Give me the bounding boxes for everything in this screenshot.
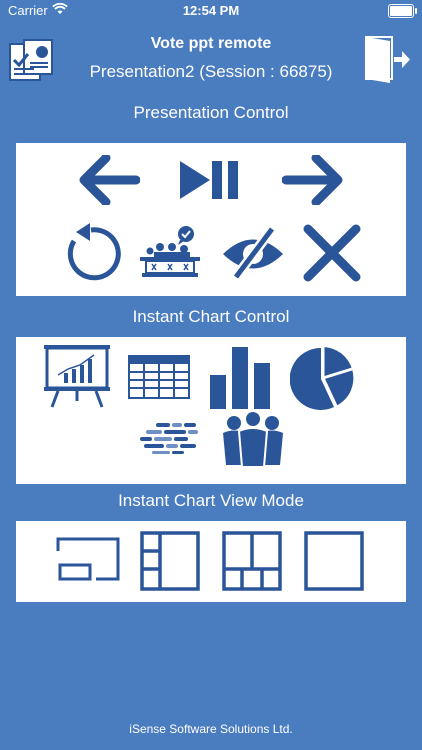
presentation-control-title: Presentation Control xyxy=(133,103,289,122)
grid-view-icon[interactable] xyxy=(222,531,282,591)
status-bar: Carrier 12:54 PM xyxy=(0,0,422,22)
arrow-right-icon[interactable] xyxy=(282,155,344,205)
instant-chart-view-mode-title: Instant Chart View Mode xyxy=(118,491,304,510)
left-panel-view-icon[interactable] xyxy=(140,531,200,591)
bar-chart-icon[interactable] xyxy=(210,347,272,409)
arrow-left-icon[interactable] xyxy=(78,155,140,205)
audience-vote-icon[interactable] xyxy=(138,225,202,283)
audience-icon[interactable] xyxy=(220,411,286,467)
instant-chart-control-panel xyxy=(16,337,406,484)
app-title: Vote ppt remote xyxy=(60,35,362,53)
play-pause-icon[interactable] xyxy=(180,157,242,203)
pie-chart-icon[interactable] xyxy=(290,345,356,411)
battery-icon xyxy=(388,4,417,18)
reset-icon[interactable] xyxy=(60,223,122,285)
app-name: Vote ppt remote xyxy=(150,35,272,52)
instant-chart-view-mode-panel xyxy=(16,521,406,602)
whiteboard-chart-icon[interactable] xyxy=(44,345,110,409)
close-icon[interactable] xyxy=(302,223,362,283)
hide-icon[interactable] xyxy=(220,227,286,279)
session-title: Presentation2 (Session : 66875) xyxy=(89,62,333,81)
full-view-icon[interactable] xyxy=(304,531,364,591)
small-view-icon[interactable] xyxy=(56,537,120,585)
status-time: 12:54 PM xyxy=(182,3,240,18)
exit-door-icon[interactable] xyxy=(362,35,412,85)
table-icon[interactable] xyxy=(128,355,190,399)
instant-chart-control-title: Instant Chart Control xyxy=(132,307,290,326)
word-cloud-icon[interactable] xyxy=(138,421,202,455)
footer-company: iSense Software Solutions Ltd. xyxy=(129,722,293,736)
presentation-control-panel xyxy=(16,143,406,296)
presentation-file-icon[interactable] xyxy=(8,38,56,82)
